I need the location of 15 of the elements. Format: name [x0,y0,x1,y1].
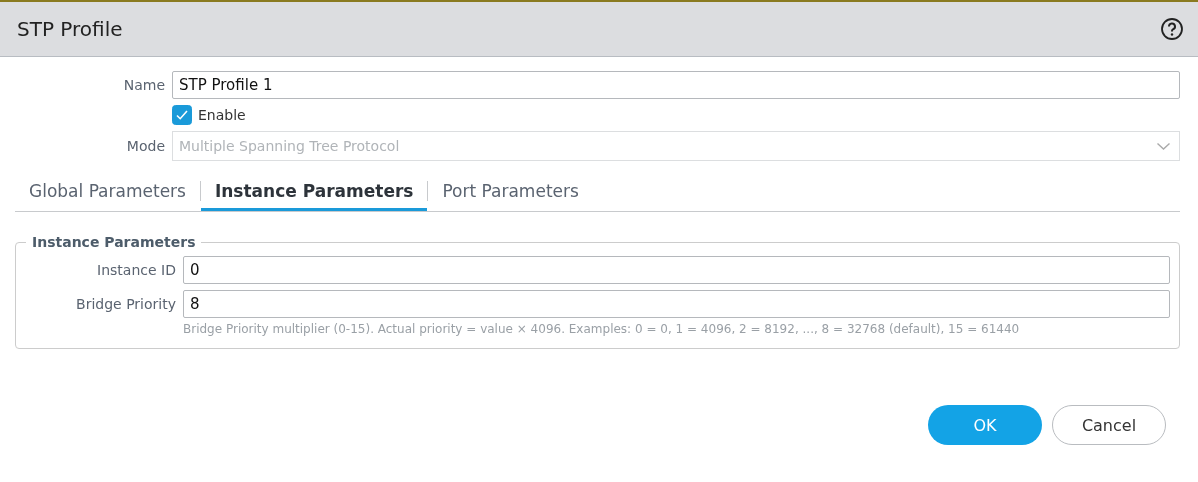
checkbox-label: Enable [198,107,246,123]
tab[interactable]: Port Parameters [428,171,593,211]
input-field[interactable]: 8 [183,290,1170,318]
name-field[interactable]: STP Profile 1 [172,71,1180,99]
help-text: Bridge Priority multiplier (0-15). Actual priority = value × 4096. Examples: 0 = 0, 1 = 4096, 2 = 8192, ..., 8 = 32768 (default), 15 = 61440 [183,322,1021,336]
tab[interactable]: Instance Parameters [200,171,428,211]
field-label: Mode [125,138,166,154]
field-label: Instance ID [96,262,177,278]
group-title: Instance Parameters [31,234,197,250]
field-label: Bridge Priority [75,296,177,312]
input-field[interactable]: 0 [183,256,1170,284]
field-label: Name [122,77,166,93]
window-title: STP Profile [17,17,123,41]
tab[interactable]: Global Parameters [15,171,200,211]
cancel-button[interactable]: Cancel [1052,405,1166,445]
